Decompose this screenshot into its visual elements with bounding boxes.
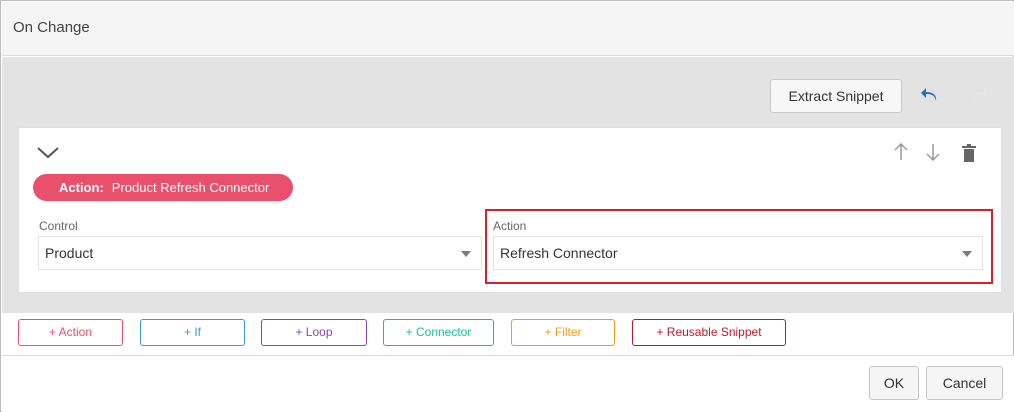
action-select-value: Refresh Connector (500, 245, 618, 261)
add-filter-button[interactable]: + Filter (511, 319, 615, 346)
action-badge[interactable]: Action: Product Refresh Connector (33, 174, 293, 201)
action-badge-key: Action: (59, 180, 104, 195)
redo-icon[interactable] (968, 85, 990, 107)
dialog-title: On Change (13, 19, 90, 36)
move-up-icon[interactable] (893, 142, 909, 162)
extract-snippet-button[interactable]: Extract Snippet (770, 79, 902, 113)
chevron-down-icon (962, 251, 972, 257)
control-select-value: Product (45, 245, 94, 261)
chevron-down-icon[interactable] (36, 146, 60, 160)
action-label: Action (493, 219, 527, 233)
action-badge-value: Product Refresh Connector (111, 180, 270, 195)
add-loop-button[interactable]: + Loop (261, 319, 367, 346)
cancel-button[interactable]: Cancel (926, 366, 1003, 400)
action-select[interactable]: Refresh Connector (493, 236, 983, 270)
add-reusable-snippet-button[interactable]: + Reusable Snippet (632, 319, 786, 346)
control-select[interactable]: Product (38, 236, 482, 270)
chevron-down-icon (461, 251, 471, 257)
dialog-body: Extract Snippet Action: Product Refresh … (2, 57, 1014, 313)
move-down-icon[interactable] (925, 142, 941, 162)
action-card: Action: Product Refresh Connector Control… (18, 127, 1002, 293)
trash-icon[interactable] (961, 144, 977, 162)
add-action-button[interactable]: + Action (18, 319, 123, 346)
on-change-dialog: On Change Extract Snippet Action: Produc… (0, 0, 1014, 412)
ok-button[interactable]: OK (869, 366, 919, 400)
add-connector-button[interactable]: + Connector (383, 319, 494, 346)
control-label: Control (39, 219, 78, 233)
dialog-footer: OK Cancel (2, 355, 1014, 412)
add-buttons-row: + Action + If + Loop + Connector + Filte… (1, 313, 1014, 355)
add-if-button[interactable]: + If (140, 319, 245, 346)
dialog-titlebar: On Change (2, 2, 1014, 56)
undo-icon[interactable] (920, 85, 942, 107)
